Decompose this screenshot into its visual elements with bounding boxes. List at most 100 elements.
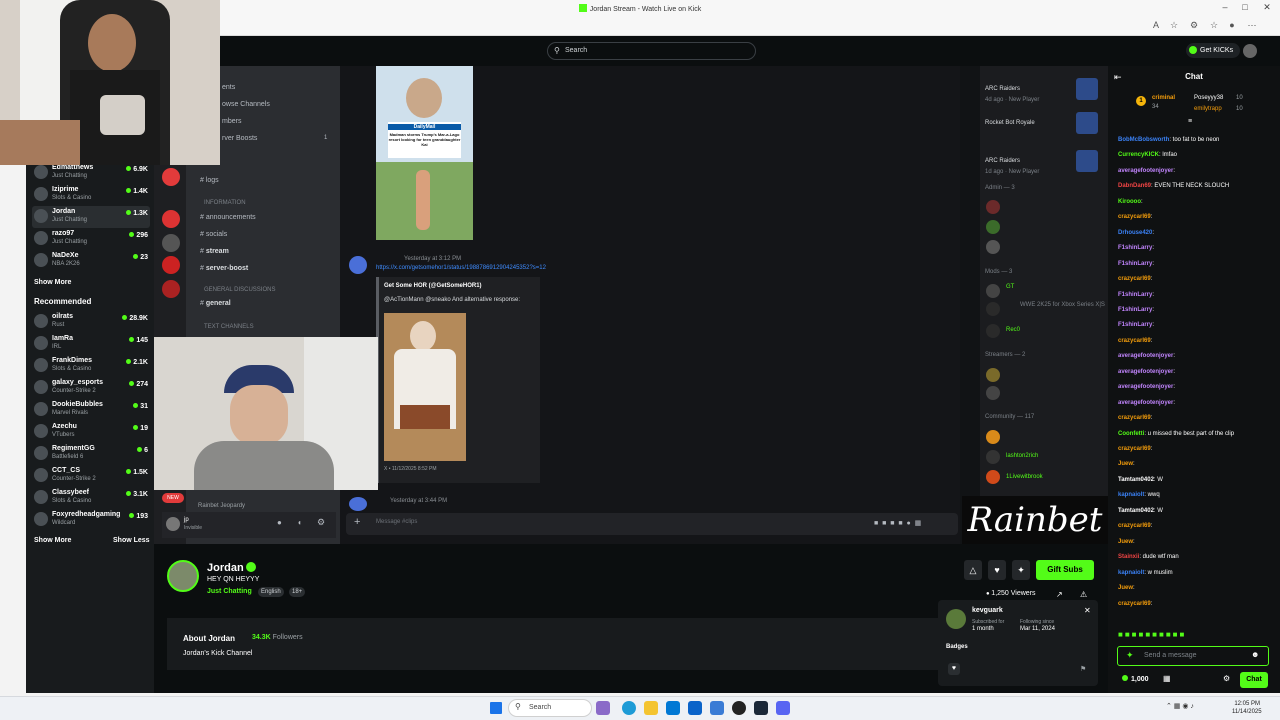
tweet-link[interactable]: https://x.com/getsomehor1/status/1988786… bbox=[376, 265, 546, 271]
chat-username[interactable]: crazycarl69 bbox=[1118, 276, 1151, 282]
obs-icon[interactable] bbox=[732, 701, 746, 715]
add-attachment-icon[interactable]: + bbox=[354, 516, 360, 528]
member-avatar[interactable] bbox=[986, 240, 1000, 254]
search-input[interactable]: Search bbox=[547, 42, 756, 60]
show-more-following-link[interactable]: Show More bbox=[34, 279, 71, 286]
emote-bar[interactable]: ■■■■■■■■■■ bbox=[1118, 630, 1268, 642]
discord-icon[interactable] bbox=[776, 701, 790, 715]
expand-chevron-icon[interactable]: ≡ bbox=[1188, 118, 1192, 125]
chat-username[interactable]: crazycarl69 bbox=[1118, 446, 1151, 452]
chat-message[interactable]: averagefootenjoyer: bbox=[1118, 168, 1175, 174]
report-icon[interactable]: ⚠ bbox=[1080, 590, 1087, 599]
chat-settings-icon[interactable]: ⚙ bbox=[1223, 674, 1230, 683]
channel-item[interactable]: # socials bbox=[200, 231, 227, 238]
chat-username[interactable]: crazycarl69 bbox=[1118, 415, 1151, 421]
sidebar-channel-item[interactable]: RegimentGG Battlefield 6 6 bbox=[32, 443, 150, 465]
sidebar-channel-item[interactable]: DookieBubbles Marvel Rivals 31 bbox=[32, 399, 150, 421]
streamer-avatar[interactable] bbox=[167, 560, 199, 592]
channel-group-header[interactable]: TEXT CHANNELS bbox=[204, 324, 254, 330]
member-activity-name[interactable]: Rocket Bot Royale bbox=[985, 120, 1035, 126]
gift-subs-button[interactable]: Gift Subs bbox=[1036, 560, 1094, 580]
chat-message[interactable]: crazycarl69: bbox=[1118, 601, 1152, 607]
chat-username[interactable]: F1shinLarry bbox=[1118, 245, 1152, 251]
leaderboard-user[interactable]: emilytrapp bbox=[1194, 106, 1222, 112]
member-avatar[interactable] bbox=[986, 450, 1000, 464]
chat-message[interactable]: averagefootenjoyer: bbox=[1118, 353, 1175, 359]
follow-heart-icon[interactable]: ♥ bbox=[988, 560, 1006, 580]
member-avatar[interactable] bbox=[986, 324, 1000, 338]
close-window-icon[interactable]: ✕ bbox=[1260, 2, 1274, 14]
sidebar-channel-item[interactable]: Azechu VTubers 19 bbox=[32, 421, 150, 443]
chat-username[interactable]: DabnDan69 bbox=[1118, 183, 1151, 189]
headphones-icon[interactable]: ◖ bbox=[297, 518, 302, 527]
member-avatar[interactable] bbox=[986, 200, 1000, 214]
read-aloud-icon[interactable]: A bbox=[1150, 20, 1162, 32]
sidebar-channel-item[interactable]: Jordan Just Chatting 1.3K bbox=[32, 206, 150, 228]
minimize-icon[interactable]: – bbox=[1218, 2, 1232, 14]
news-image[interactable]: DailyMail Madman storms Trump's Mar-a-La… bbox=[376, 66, 473, 240]
chat-message[interactable]: kapnaiolt: w muslim bbox=[1118, 570, 1173, 576]
chat-message[interactable]: crazycarl69: bbox=[1118, 415, 1152, 421]
taskbar-clock[interactable]: 12:05 PM 11/14/2025 bbox=[1232, 700, 1262, 716]
channel-item[interactable]: # general bbox=[200, 300, 231, 307]
member-activity-name[interactable]: ARC Raiders bbox=[985, 158, 1020, 164]
member-avatar[interactable] bbox=[986, 470, 1000, 484]
sidebar-channel-item[interactable]: razo97 Just Chatting 296 bbox=[32, 228, 150, 250]
chat-message[interactable]: F1shinLarry: bbox=[1118, 292, 1154, 298]
chat-username[interactable]: Coonfetti bbox=[1118, 431, 1144, 437]
self-avatar[interactable] bbox=[166, 517, 180, 531]
chat-message[interactable]: BobMcBobsworth: too fat to be neon bbox=[1118, 137, 1219, 143]
heart-icon[interactable]: ♥ bbox=[948, 663, 960, 675]
edge-browser-icon[interactable] bbox=[622, 701, 636, 715]
chat-username[interactable]: BobMcBobsworth bbox=[1118, 137, 1169, 143]
profile-icon[interactable]: ● bbox=[1226, 20, 1238, 32]
member-avatar[interactable] bbox=[986, 302, 1000, 316]
tray-icons[interactable]: ⌃ ▦ ◉ ♪ bbox=[1166, 702, 1194, 710]
sidebar-channel-item[interactable]: NaDeXe NBA 2K26 23 bbox=[32, 250, 150, 272]
chat-message[interactable]: kapnaiolt: wwq bbox=[1118, 492, 1160, 498]
channel-item[interactable]: # server-boost bbox=[200, 265, 248, 272]
clip-icon[interactable]: ✦ bbox=[1012, 560, 1030, 580]
embed-image[interactable] bbox=[384, 313, 466, 461]
chat-username[interactable]: averagefootenjoyer bbox=[1118, 168, 1173, 174]
chat-message[interactable]: Kiroooo: bbox=[1118, 199, 1143, 205]
chat-username[interactable]: averagefootenjoyer bbox=[1118, 369, 1173, 375]
chat-message[interactable]: averagefootenjoyer: bbox=[1118, 400, 1175, 406]
calendar-icon[interactable]: ▦ bbox=[1163, 674, 1171, 683]
settings-gear-icon[interactable]: ⚙ bbox=[317, 517, 325, 528]
chat-message[interactable]: averagefootenjoyer: bbox=[1118, 369, 1175, 375]
show-less-link[interactable]: Show Less bbox=[113, 537, 150, 544]
chat-username[interactable]: kapnaiolt bbox=[1118, 570, 1144, 576]
member-avatar[interactable] bbox=[986, 284, 1000, 298]
chat-username[interactable]: CurrencyKICK bbox=[1118, 152, 1159, 158]
chat-username[interactable]: Stainxii bbox=[1118, 554, 1139, 560]
member-activity-name[interactable]: ARC Raiders bbox=[985, 86, 1020, 92]
chat-message[interactable]: F1shinLarry: bbox=[1118, 307, 1154, 313]
sidebar-channel-item[interactable]: galaxy_esports Counter-Strike 2 274 bbox=[32, 377, 150, 399]
file-explorer-icon[interactable] bbox=[644, 701, 658, 715]
chat-username[interactable]: Juew bbox=[1118, 585, 1133, 591]
kicks-balance[interactable]: 1,000 bbox=[1122, 675, 1149, 683]
notifications-bell-icon[interactable]: △ bbox=[964, 560, 982, 580]
message-input[interactable]: Message #clips bbox=[376, 519, 417, 525]
chat-username[interactable]: F1shinLarry bbox=[1118, 261, 1152, 267]
chat-message[interactable]: Coonfetti: u missed the best part of the… bbox=[1118, 431, 1234, 437]
chat-username[interactable]: Juew bbox=[1118, 461, 1133, 467]
windows-start-icon[interactable] bbox=[490, 702, 502, 714]
chat-username[interactable]: averagefootenjoyer bbox=[1118, 400, 1173, 406]
sidebar-channel-item[interactable]: oilrats Rust 28.9K bbox=[32, 311, 150, 333]
chat-username[interactable]: Kiroooo bbox=[1118, 199, 1141, 205]
chat-message[interactable]: crazycarl69: bbox=[1118, 446, 1152, 452]
sidebar-channel-item[interactable]: CCT_CS Counter-Strike 2 1.5K bbox=[32, 465, 150, 487]
chat-username[interactable]: F1shinLarry bbox=[1118, 307, 1152, 313]
chat-message[interactable]: Juew: bbox=[1118, 539, 1135, 545]
chat-message[interactable]: Stainxii: dude wtf man bbox=[1118, 554, 1179, 560]
app-icon[interactable] bbox=[710, 701, 724, 715]
chat-message[interactable]: CurrencyKICK: lmfao bbox=[1118, 152, 1177, 158]
avatar[interactable] bbox=[1243, 44, 1257, 58]
store-icon[interactable] bbox=[666, 701, 680, 715]
steam-icon[interactable] bbox=[754, 701, 768, 715]
chat-username[interactable]: Juew bbox=[1118, 539, 1133, 545]
member-avatar[interactable] bbox=[986, 368, 1000, 382]
collections-icon[interactable]: ☆ bbox=[1208, 20, 1220, 32]
